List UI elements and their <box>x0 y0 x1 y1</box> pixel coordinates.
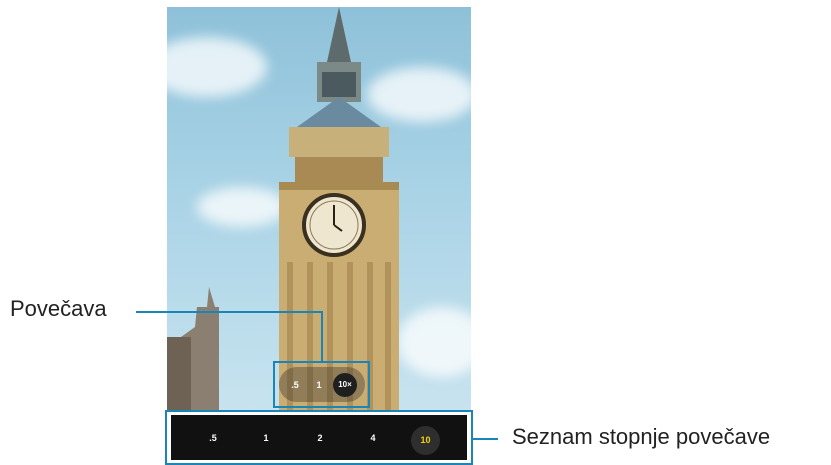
zoom-callout-line-vertical <box>321 311 323 362</box>
clock-tower-image <box>167 7 399 412</box>
zoom-level-list-label: Seznam stopnje povečave <box>512 424 771 449</box>
zoom-label: Povečava <box>10 296 107 321</box>
zoom-level-list-callout-box <box>165 410 473 465</box>
zoom-callout-box <box>273 361 370 408</box>
camera-viewfinder[interactable] <box>167 7 471 412</box>
zoom-callout-line-horizontal <box>136 311 323 313</box>
zoom-level-list-callout-line <box>473 438 498 440</box>
